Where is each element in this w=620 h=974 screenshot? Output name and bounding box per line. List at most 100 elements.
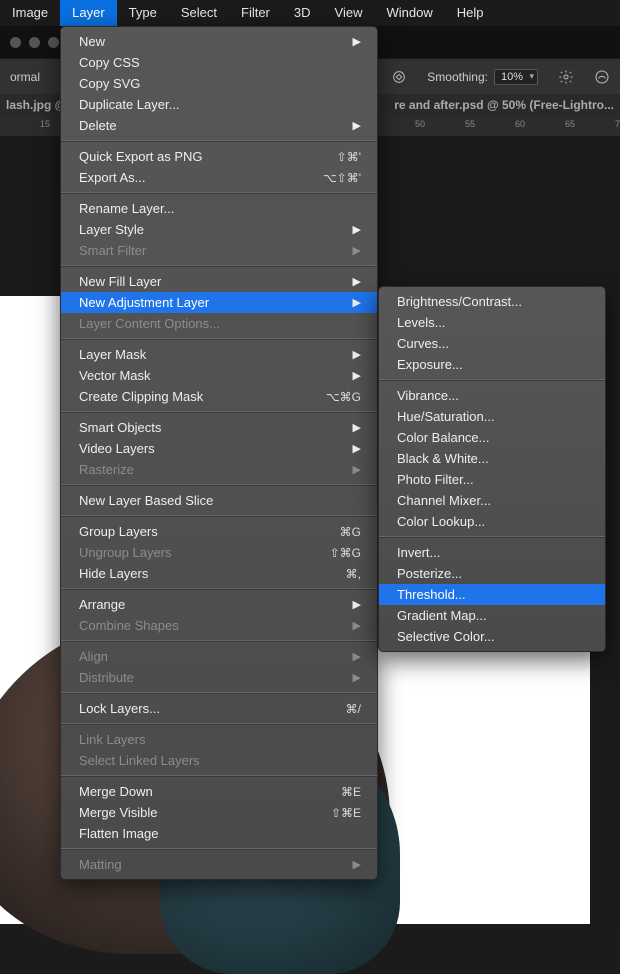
pressure-size-icon[interactable] bbox=[584, 69, 620, 85]
layer-menu-item-merge-down[interactable]: Merge Down⌘E bbox=[61, 781, 377, 802]
layer-menu-item-duplicate-layer[interactable]: Duplicate Layer... bbox=[61, 94, 377, 115]
menu-item-label: Align bbox=[79, 649, 351, 664]
layer-menu-item-delete[interactable]: Delete▶ bbox=[61, 115, 377, 136]
layer-menu-item-lock-layers[interactable]: Lock Layers...⌘/ bbox=[61, 698, 377, 719]
layer-menu-item-arrange[interactable]: Arrange▶ bbox=[61, 594, 377, 615]
menu-shortcut: ⇧⌘E bbox=[307, 806, 361, 820]
zoom-icon[interactable] bbox=[48, 37, 59, 48]
menu-separator bbox=[61, 140, 377, 142]
new-adjustment-layer-submenu[interactable]: Brightness/Contrast... Levels...Curves...… bbox=[378, 286, 606, 652]
adjustment-item-channel-mixer[interactable]: Channel Mixer... bbox=[379, 490, 605, 511]
layer-menu-item-hide-layers[interactable]: Hide Layers⌘, bbox=[61, 563, 377, 584]
menu-item-label: Create Clipping Mask bbox=[79, 389, 302, 404]
menu-help[interactable]: Help bbox=[445, 0, 496, 26]
layer-menu-item-create-clipping-mask[interactable]: Create Clipping Mask⌥⌘G bbox=[61, 386, 377, 407]
layer-menu-item-quick-export-as-png[interactable]: Quick Export as PNG⇧⌘' bbox=[61, 146, 377, 167]
layer-menu-item-copy-css[interactable]: Copy CSS bbox=[61, 52, 377, 73]
layer-menu-item-video-layers[interactable]: Video Layers▶ bbox=[61, 438, 377, 459]
adjustment-item-color-lookup[interactable]: Color Lookup... bbox=[379, 511, 605, 532]
menu-item-label: Select Linked Layers bbox=[79, 753, 361, 768]
menu-select[interactable]: Select bbox=[169, 0, 229, 26]
menu-shortcut: ⌘G bbox=[316, 525, 361, 539]
menu-window[interactable]: Window bbox=[374, 0, 444, 26]
menu-filter[interactable]: Filter bbox=[229, 0, 282, 26]
adjustment-item-exposure[interactable]: Exposure... bbox=[379, 354, 605, 375]
adjustment-item-brightness-contrast[interactable]: Brightness/Contrast... bbox=[379, 291, 605, 312]
menu-item-label: Smart Objects bbox=[79, 420, 351, 435]
layer-menu-item-smart-objects[interactable]: Smart Objects▶ bbox=[61, 417, 377, 438]
menu-item-label: Brightness/Contrast... bbox=[397, 294, 589, 309]
adjustment-item-vibrance[interactable]: Vibrance... bbox=[379, 385, 605, 406]
submenu-arrow-icon: ▶ bbox=[351, 296, 361, 309]
smoothing-label: Smoothing: bbox=[427, 70, 488, 84]
layer-menu-item-smart-filter: Smart Filter▶ bbox=[61, 240, 377, 261]
menu-item-label: Quick Export as PNG bbox=[79, 149, 313, 164]
submenu-arrow-icon: ▶ bbox=[351, 119, 361, 132]
menubar: ImageLayerTypeSelectFilter3DViewWindowHe… bbox=[0, 0, 620, 26]
submenu-arrow-icon: ▶ bbox=[351, 463, 361, 476]
adjustment-item-black-white[interactable]: Black & White... bbox=[379, 448, 605, 469]
menu-type[interactable]: Type bbox=[117, 0, 169, 26]
menu-view[interactable]: View bbox=[323, 0, 375, 26]
layer-menu-item-new-fill-layer[interactable]: New Fill Layer▶ bbox=[61, 271, 377, 292]
layer-menu-item-copy-svg[interactable]: Copy SVG bbox=[61, 73, 377, 94]
layer-menu-item-new[interactable]: New▶ bbox=[61, 31, 377, 52]
adjustment-item-photo-filter[interactable]: Photo Filter... bbox=[379, 469, 605, 490]
submenu-arrow-icon: ▶ bbox=[351, 35, 361, 48]
menu-layer[interactable]: Layer bbox=[60, 0, 117, 26]
menu-item-label: Layer Content Options... bbox=[79, 316, 361, 331]
adjustment-item-curves[interactable]: Curves... bbox=[379, 333, 605, 354]
window-traffic-lights[interactable] bbox=[10, 37, 59, 48]
menu-item-label: Rename Layer... bbox=[79, 201, 361, 216]
smoothing-value-dropdown[interactable]: 10% bbox=[494, 69, 538, 85]
layer-menu-item-group-layers[interactable]: Group Layers⌘G bbox=[61, 521, 377, 542]
layer-menu-item-new-adjustment-layer[interactable]: New Adjustment Layer▶ bbox=[61, 292, 377, 313]
layer-menu-item-layer-mask[interactable]: Layer Mask▶ bbox=[61, 344, 377, 365]
adjustment-item-hue-saturation[interactable]: Hue/Saturation... bbox=[379, 406, 605, 427]
adjustment-item-invert[interactable]: Invert... bbox=[379, 542, 605, 563]
pressure-opacity-icon[interactable] bbox=[381, 69, 417, 85]
smoothing-control[interactable]: Smoothing: 10% bbox=[417, 69, 548, 85]
menu-item-label: Posterize... bbox=[397, 566, 589, 581]
layer-menu-item-distribute: Distribute▶ bbox=[61, 667, 377, 688]
ruler-tick: 55 bbox=[465, 119, 475, 129]
blend-mode-label: ormal bbox=[0, 70, 50, 84]
layer-menu-item-vector-mask[interactable]: Vector Mask▶ bbox=[61, 365, 377, 386]
minimize-icon[interactable] bbox=[29, 37, 40, 48]
menu-item-label: Channel Mixer... bbox=[397, 493, 589, 508]
document-tab[interactable]: re and after.psd @ 50% (Free-Lightro... bbox=[394, 98, 614, 112]
menu-3d[interactable]: 3D bbox=[282, 0, 323, 26]
layer-menu-item-merge-visible[interactable]: Merge Visible⇧⌘E bbox=[61, 802, 377, 823]
adjustment-item-selective-color[interactable]: Selective Color... bbox=[379, 626, 605, 647]
layer-menu-item-export-as[interactable]: Export As...⌥⇧⌘' bbox=[61, 167, 377, 188]
adjustment-item-posterize[interactable]: Posterize... bbox=[379, 563, 605, 584]
layer-menu-item-rasterize: Rasterize▶ bbox=[61, 459, 377, 480]
menu-item-label: Color Balance... bbox=[397, 430, 589, 445]
layer-menu-item-new-layer-based-slice[interactable]: New Layer Based Slice bbox=[61, 490, 377, 511]
menu-item-label: Color Lookup... bbox=[397, 514, 589, 529]
document-tab[interactable]: lash.jpg @ bbox=[6, 98, 66, 112]
submenu-arrow-icon: ▶ bbox=[351, 650, 361, 663]
menu-image[interactable]: Image bbox=[0, 0, 60, 26]
layer-menu-item-flatten-image[interactable]: Flatten Image bbox=[61, 823, 377, 844]
menu-item-label: Link Layers bbox=[79, 732, 361, 747]
layer-menu-item-layer-style[interactable]: Layer Style▶ bbox=[61, 219, 377, 240]
menu-item-label: Group Layers bbox=[79, 524, 316, 539]
menu-item-label: New Layer Based Slice bbox=[79, 493, 361, 508]
adjustment-item-gradient-map[interactable]: Gradient Map... bbox=[379, 605, 605, 626]
menu-separator bbox=[61, 192, 377, 194]
adjustment-item-levels[interactable]: Levels... bbox=[379, 312, 605, 333]
layer-menu-item-combine-shapes: Combine Shapes▶ bbox=[61, 615, 377, 636]
submenu-arrow-icon: ▶ bbox=[351, 348, 361, 361]
adjustment-item-color-balance[interactable]: Color Balance... bbox=[379, 427, 605, 448]
menu-item-label: Lock Layers... bbox=[79, 701, 322, 716]
close-icon[interactable] bbox=[10, 37, 21, 48]
menu-item-label: Rasterize bbox=[79, 462, 351, 477]
layer-menu-item-rename-layer[interactable]: Rename Layer... bbox=[61, 198, 377, 219]
submenu-arrow-icon: ▶ bbox=[351, 223, 361, 236]
ruler-tick: 70 bbox=[615, 119, 620, 129]
gear-icon[interactable] bbox=[548, 69, 584, 85]
layer-menu[interactable]: New▶Copy CSSCopy SVGDuplicate Layer...De… bbox=[60, 26, 378, 880]
adjustment-item-threshold[interactable]: Threshold... bbox=[379, 584, 605, 605]
menu-item-label: Black & White... bbox=[397, 451, 589, 466]
